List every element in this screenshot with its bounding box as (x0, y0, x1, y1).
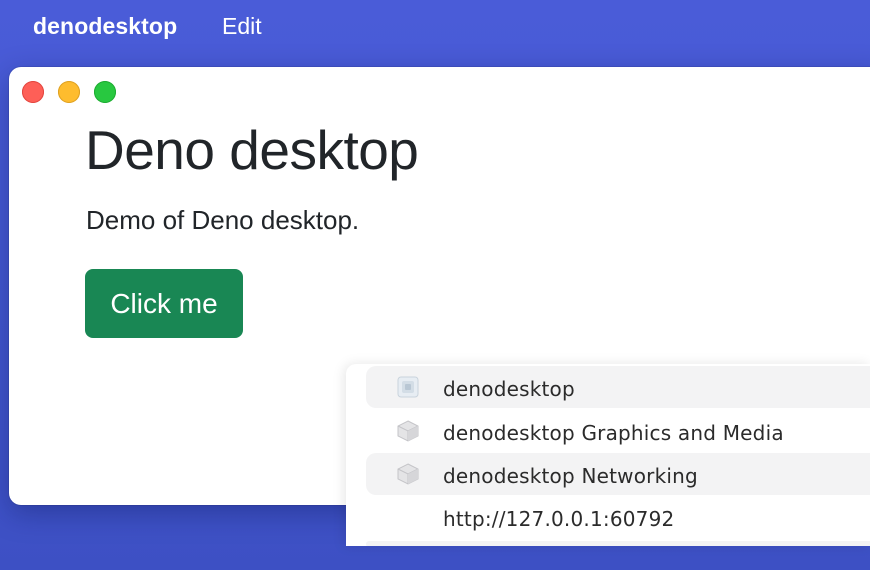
window-close-button[interactable] (22, 81, 44, 103)
list-item-url[interactable]: http://127.0.0.1:60792 (366, 496, 870, 538)
app-icon (397, 376, 419, 398)
click-me-button[interactable]: Click me (85, 269, 243, 338)
list-item-label: denodesktop Graphics and Media (443, 421, 784, 445)
list-item-networking[interactable]: denodesktop Networking (366, 453, 870, 495)
menu-bar: denodesktop Edit (0, 0, 870, 52)
list-item-label: denodesktop Networking (443, 464, 698, 488)
page-subtitle: Demo of Deno desktop. (86, 205, 360, 235)
list-item-graphics-and-media[interactable]: denodesktop Graphics and Media (366, 410, 870, 452)
menu-app-name[interactable]: denodesktop (33, 13, 177, 40)
list-item-partial (366, 541, 870, 546)
menu-edit[interactable]: Edit (222, 13, 262, 40)
list-item-label: http://127.0.0.1:60792 (443, 507, 675, 531)
list-item-label: denodesktop (443, 377, 575, 401)
package-icon (397, 420, 419, 442)
list-item-denodesktop[interactable]: denodesktop (366, 366, 870, 408)
window-minimize-button[interactable] (58, 81, 80, 103)
process-list-popup: denodesktop denodesktop Graphics and Med… (346, 364, 870, 546)
page-title: Deno desktop (85, 119, 419, 181)
package-icon (397, 463, 419, 485)
window-zoom-button[interactable] (94, 81, 116, 103)
